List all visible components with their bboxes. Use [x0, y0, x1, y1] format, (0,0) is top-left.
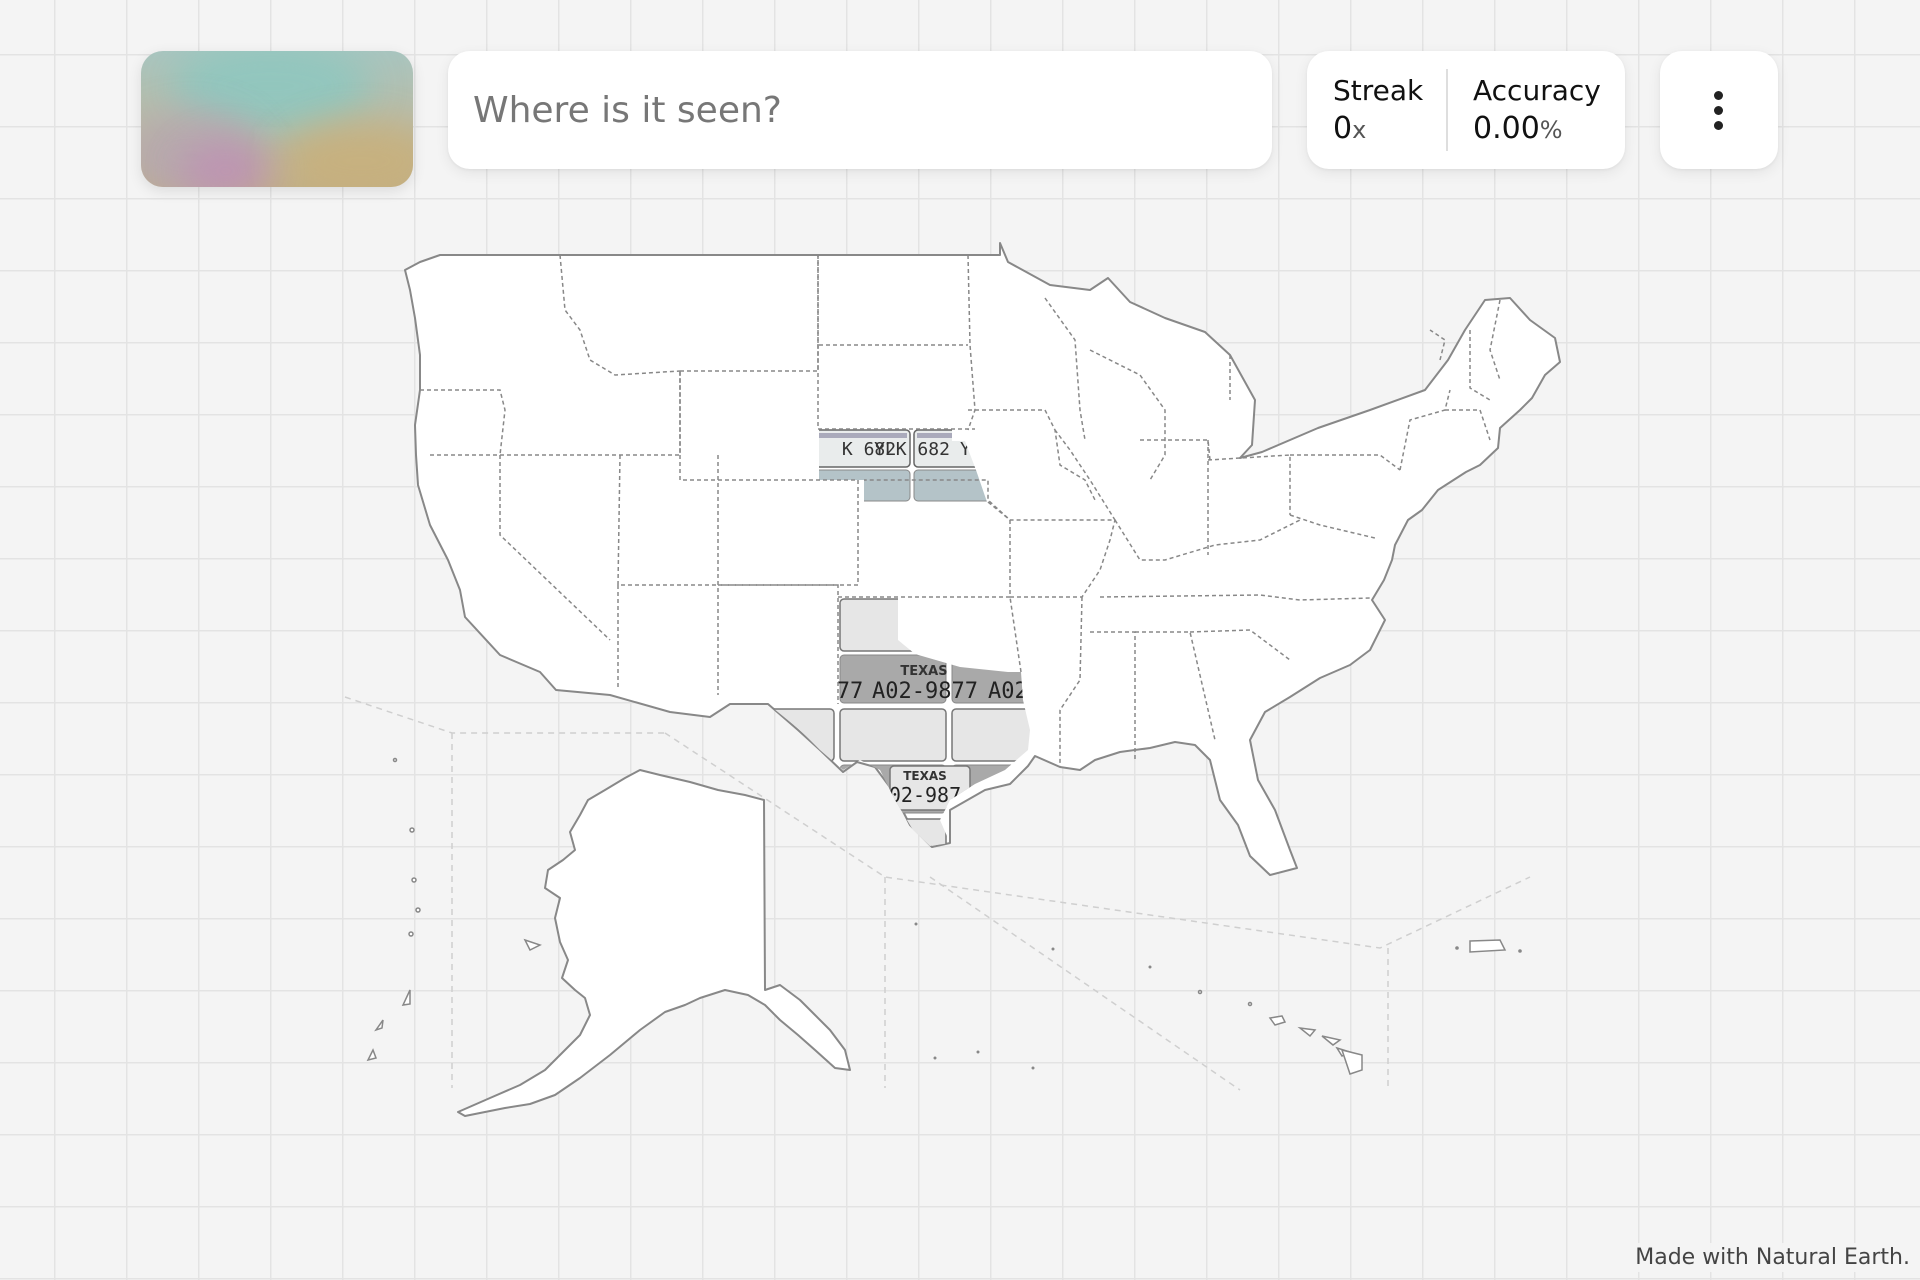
nebraska-plate-text: YLK 682: [874, 439, 950, 460]
us-map: K 682 YLK 682 YL TEXAS 77 A02-9877 A02 T…: [344, 242, 1561, 1117]
alaska-shape: [457, 769, 851, 1117]
aleutian-islands: [366, 757, 542, 1062]
texas-lower-plate-header: TEXAS: [903, 769, 947, 783]
texas-plate-header: TEXAS: [900, 664, 947, 679]
map-attribution: Made with Natural Earth.: [1631, 1243, 1914, 1272]
texas-plate-text-left: 77: [837, 679, 864, 704]
territory-dots: [914, 922, 1522, 1070]
texas-plate-text: A02-9877: [872, 679, 978, 704]
hawaii-islands: [1197, 989, 1363, 1075]
puerto-rico-shape: [1469, 939, 1507, 953]
